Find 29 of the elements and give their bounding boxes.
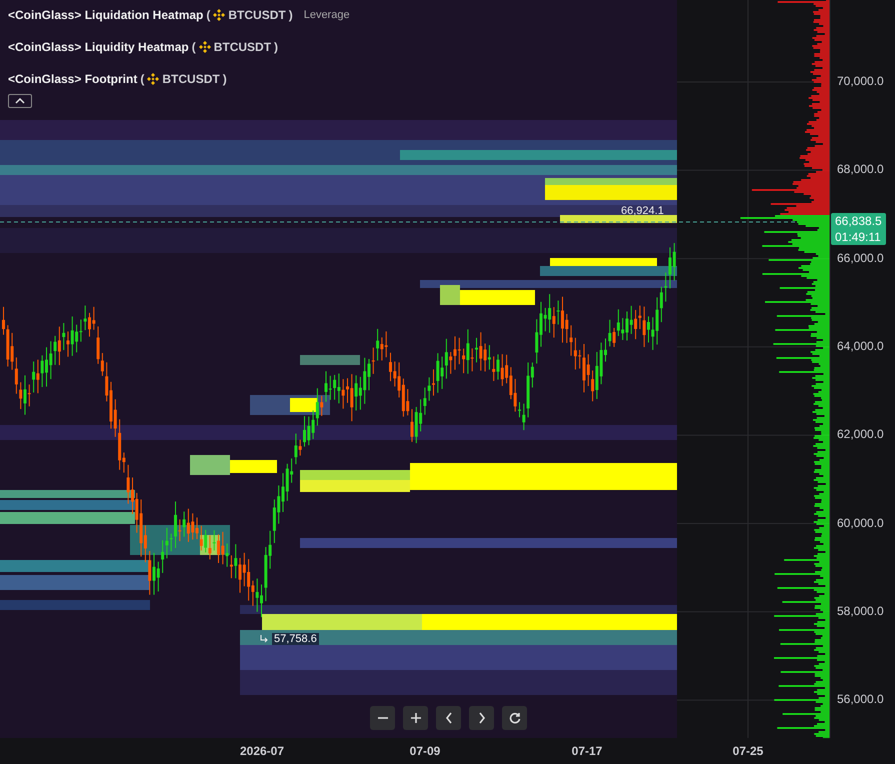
paren: )	[222, 72, 227, 86]
date-label: 07-25	[732, 744, 764, 758]
low-marker: 57,758.6	[272, 633, 319, 645]
price-label: 56,000.0	[837, 692, 884, 706]
last-price-tag: 66,838.5	[835, 214, 882, 228]
date-label: 07-09	[408, 744, 442, 758]
symbol-label: BTCUSDT	[162, 72, 220, 86]
price-label: 66,000.0	[837, 250, 884, 265]
indicator-name[interactable]: <CoinGlass> Liquidity Heatmap	[8, 40, 189, 54]
paren: )	[288, 8, 293, 22]
price-label: 58,000.0	[837, 604, 884, 618]
symbol-label: BTCUSDT	[228, 8, 286, 22]
high-marker: 66,924.1	[621, 205, 664, 217]
paren: )	[274, 40, 278, 54]
price-label: 64,000.0	[837, 338, 884, 353]
date-label: 07-17	[570, 744, 604, 758]
countdown-tag: 01:49:11	[835, 230, 882, 244]
indicator-name[interactable]: <CoinGlass> Footprint	[8, 72, 138, 86]
leverage-label: Leverage	[304, 8, 350, 20]
price-label: 60,000.0	[837, 516, 884, 530]
price-label: 62,000.0	[837, 427, 884, 442]
paren: (	[140, 72, 144, 86]
paren: (	[192, 40, 196, 54]
price-label: 70,000.0	[837, 74, 884, 88]
indicator-name[interactable]: <CoinGlass> Liquidation Heatmap	[8, 8, 204, 22]
paren: (	[206, 8, 210, 22]
date-label: 2026-07	[238, 744, 286, 758]
symbol-label: BTCUSDT	[214, 40, 272, 54]
price-label: 68,000.0	[837, 162, 884, 176]
